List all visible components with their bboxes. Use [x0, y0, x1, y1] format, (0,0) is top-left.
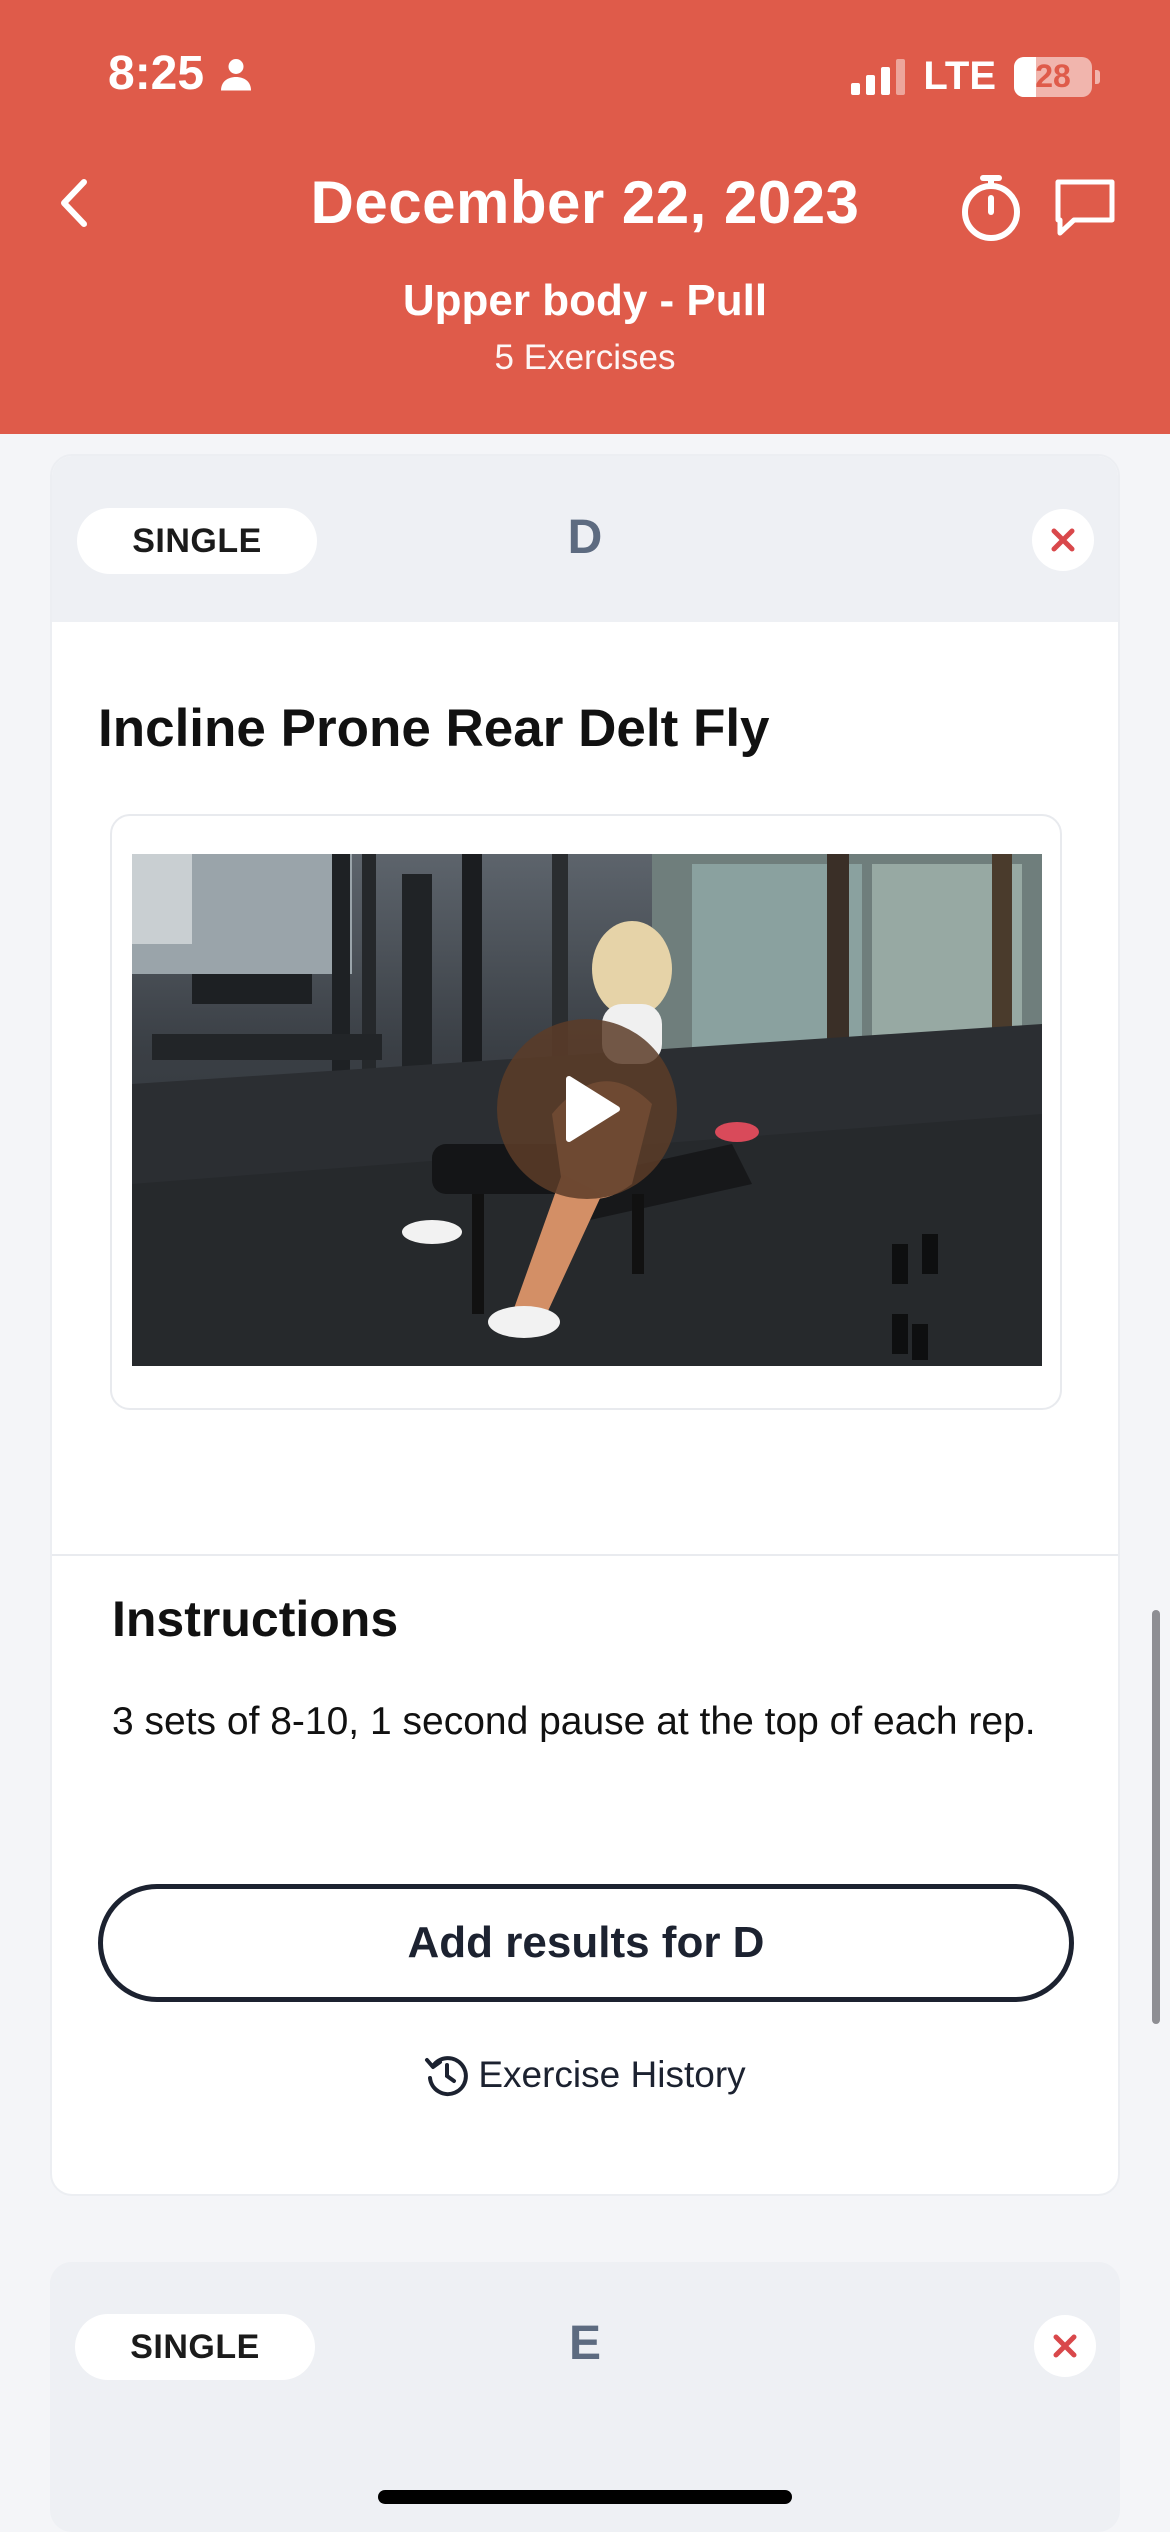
signal-icon [851, 58, 906, 95]
scrollbar[interactable] [1152, 1610, 1160, 2024]
instructions-text: 3 sets of 8-10, 1 second pause at the to… [112, 1700, 1036, 1743]
remove-exercise-button[interactable] [1034, 2315, 1096, 2377]
battery-level: 28 [1035, 58, 1071, 94]
exercise-history-label: Exercise History [478, 2054, 746, 2095]
workout-name: Upper body - Pull [402, 276, 768, 325]
network-label: LTE [923, 54, 996, 98]
timer-button[interactable] [958, 172, 1024, 244]
battery-icon: 28 [1014, 56, 1100, 97]
play-icon [566, 1076, 620, 1142]
card-header: SINGLE D [52, 456, 1118, 622]
exercise-video[interactable] [132, 854, 1042, 1366]
chat-bubble-icon [1055, 179, 1115, 236]
close-icon [1053, 2334, 1077, 2358]
instructions-heading: Instructions [112, 1591, 399, 1647]
stopwatch-icon [962, 175, 1020, 241]
play-button[interactable] [497, 1019, 677, 1199]
chat-button[interactable] [1052, 176, 1118, 238]
remove-exercise-button[interactable] [1032, 509, 1094, 571]
exercise-count: 5 Exercises [494, 338, 676, 377]
app-header: 8:25 LTE 28 December 22, 2023 Upper body… [0, 0, 1170, 434]
status-indicators: LTE 28 [851, 54, 1100, 99]
status-time: 8:25 [108, 46, 254, 101]
section-divider [52, 1554, 1118, 1556]
exercise-card: SINGLE D Incline Prone Rear Delt Fly Ins… [50, 454, 1120, 2196]
close-icon [1051, 528, 1075, 552]
video-container [110, 814, 1062, 1410]
status-time-label: 8:25 [108, 47, 205, 100]
exercise-letter: E [568, 2317, 601, 2370]
history-icon [425, 2056, 469, 2097]
exercise-letter: D [567, 511, 603, 564]
exercise-title[interactable]: Incline Prone Rear Delt Fly [98, 698, 770, 759]
person-icon [221, 58, 252, 90]
exercise-history-link[interactable]: Exercise History [52, 2052, 1118, 2098]
add-results-button[interactable]: Add results for D [98, 1884, 1074, 2002]
card-header: SINGLE E [50, 2262, 1120, 2428]
home-indicator[interactable] [378, 2490, 792, 2504]
